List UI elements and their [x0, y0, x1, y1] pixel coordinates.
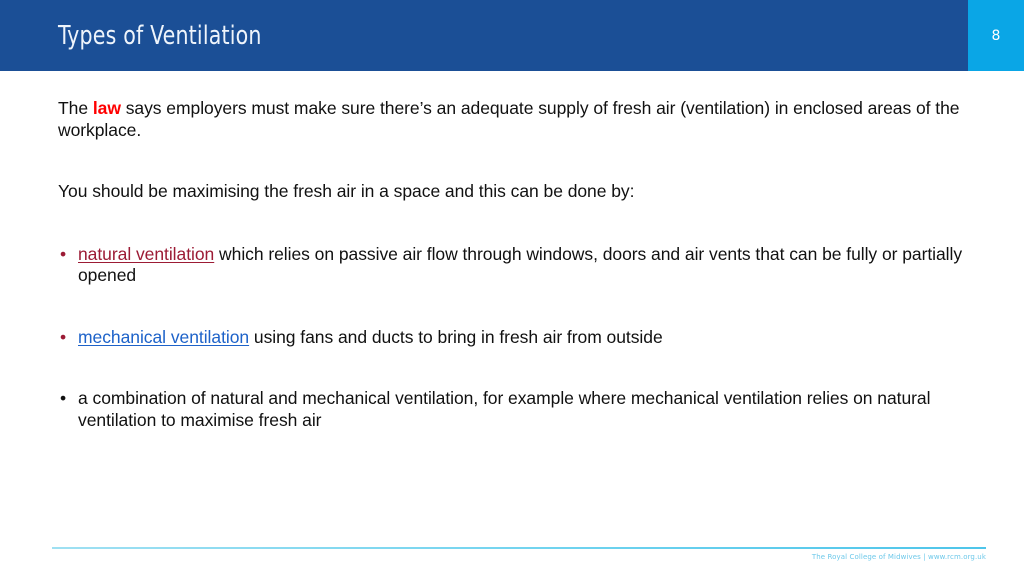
page-number-box: 8 [968, 0, 1024, 71]
paragraph-law-after: says employers must make sure there’s an… [58, 98, 960, 140]
law-emphasis: law [92, 98, 121, 118]
footer-branding: The Royal College of Midwives | www.rcm.… [811, 553, 986, 561]
footer-divider [52, 547, 986, 549]
spacer-after-paragraph-2 [58, 203, 970, 244]
page-title: Types of Ventilation [58, 21, 262, 51]
paragraph-maximising: You should be maximising the fresh air i… [58, 181, 635, 201]
spacer-after-bullet-1 [58, 287, 970, 327]
link-natural-ventilation[interactable]: natural ventilation [78, 244, 214, 264]
list-item-natural-ventilation: • natural ventilation which relies on pas… [58, 244, 970, 287]
paragraph-law-before: The [58, 98, 93, 118]
spacer-after-paragraph-1 [58, 141, 970, 181]
slide-header-band: Types of Ventilation 8 [0, 0, 1024, 71]
paragraph-law: The law says employers must make sure th… [58, 98, 970, 141]
list-item-mechanical-ventilation-text: using fans and ducts to bring in fresh a… [249, 326, 663, 347]
list-item-combination-text: a combination of natural and mechanical … [78, 388, 931, 430]
list-item-combination: • a combination of natural and mechanical… [58, 388, 970, 431]
bullet-icon: • [60, 243, 67, 264]
slide-content: The law says employers must make sure th… [58, 98, 970, 431]
link-mechanical-ventilation[interactable]: mechanical ventilation [78, 327, 249, 347]
bullet-icon: • [60, 388, 67, 408]
list-item-mechanical-ventilation: • mechanical ventilation using fans and d… [58, 327, 970, 349]
spacer-after-bullet-2 [58, 348, 970, 388]
page-number: 8 [991, 27, 1001, 44]
bullet-icon: • [60, 326, 67, 347]
